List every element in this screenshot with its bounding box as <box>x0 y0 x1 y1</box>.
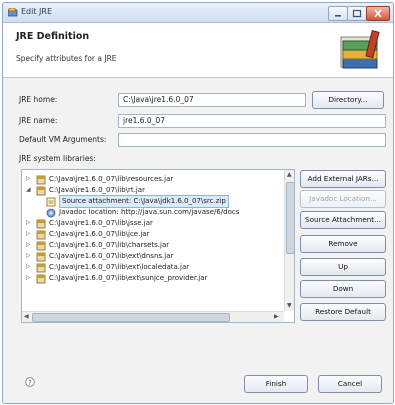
up-button[interactable]: Up <box>300 258 386 276</box>
system-libraries-label: JRE system libraries: <box>19 154 96 163</box>
library-label: C:\Java\jre1.6.0_07\lib\ext\dnsns.jar <box>49 252 174 260</box>
collapsed-arrow-icon[interactable]: ▷ <box>26 253 32 259</box>
title-bar[interactable]: Edit JRE <box>3 3 393 23</box>
vertical-scroll-thumb[interactable] <box>286 182 294 254</box>
jar-icon <box>36 175 46 185</box>
jar-icon <box>36 241 46 251</box>
app-icon <box>8 8 18 17</box>
cancel-button[interactable]: Cancel <box>318 375 382 393</box>
minimize-button[interactable] <box>328 6 348 21</box>
expanded-arrow-icon[interactable]: ◢ <box>26 187 32 193</box>
source-attachment-icon <box>46 197 56 207</box>
library-row[interactable]: ▷ C:\Java\jre1.6.0_07\lib\ext\sunjce_prov… <box>22 273 284 284</box>
window-title: Edit JRE <box>21 7 53 16</box>
library-row[interactable]: ▷ C:\Java\jre1.6.0_07\lib\ext\dnsns.jar <box>22 251 284 262</box>
library-row[interactable]: ▷ C:\Java\jre1.6.0_07\lib\resources.jar <box>22 174 284 185</box>
jar-icon <box>36 252 46 262</box>
restore-default-button[interactable]: Restore Default <box>300 303 386 321</box>
page-title: JRE Definition <box>16 31 90 42</box>
remove-button[interactable]: Remove <box>300 235 386 253</box>
collapsed-arrow-icon[interactable]: ▷ <box>26 231 32 237</box>
jre-name-label: JRE name: <box>19 116 58 125</box>
horizontal-scroll-thumb[interactable] <box>32 313 230 322</box>
collapsed-arrow-icon[interactable]: ▷ <box>26 275 32 281</box>
library-row[interactable]: ▷ C:\Java\jre1.6.0_07\lib\ext\localedata.… <box>22 262 284 273</box>
jar-icon <box>36 263 46 273</box>
library-label: C:\Java\jre1.6.0_07\lib\charsets.jar <box>49 241 170 249</box>
library-label: C:\Java\jre1.6.0_07\lib\jsse.jar <box>49 219 153 227</box>
edit-jre-dialog: Edit JRE JRE Definition Specify attribut… <box>2 2 394 404</box>
library-attribute-row[interactable]: Source attachment: C:\Java\jdk1.6.0_07\s… <box>22 195 284 208</box>
collapsed-arrow-icon[interactable]: ▷ <box>26 176 32 182</box>
books-icon <box>340 30 380 69</box>
close-icon <box>374 9 382 18</box>
directory-button[interactable]: Directory... <box>312 91 384 109</box>
close-button[interactable] <box>366 6 390 21</box>
finish-button[interactable]: Finish <box>244 375 308 393</box>
jar-icon <box>36 219 46 229</box>
library-row[interactable]: ▷ C:\Java\jre1.6.0_07\lib\charsets.jar <box>22 240 284 251</box>
library-row[interactable]: ▷ C:\Java\jre1.6.0_07\lib\jsse.jar <box>22 218 284 229</box>
jre-home-field[interactable]: C:\Java\jre1.6.0_07 <box>118 93 306 107</box>
library-label: C:\Java\jre1.6.0_07\lib\jce.jar <box>49 230 150 238</box>
library-attribute-row[interactable]: Javadoc location: http://java.sun.com/ja… <box>22 207 284 218</box>
horizontal-scrollbar[interactable]: ◀ ▶ <box>22 311 284 322</box>
maximize-icon <box>352 9 362 18</box>
svg-text:?: ? <box>28 378 31 386</box>
library-label: Javadoc location: http://java.sun.com/ja… <box>59 208 240 216</box>
minimize-icon <box>335 15 341 17</box>
library-label: C:\Java\jre1.6.0_07\lib\ext\sunjce_provi… <box>49 274 208 282</box>
jar-icon <box>36 230 46 240</box>
jre-home-label: JRE home: <box>19 95 58 104</box>
system-libraries-tree[interactable]: ▷ C:\Java\jre1.6.0_07\lib\resources.jar ◢ C… <box>21 169 295 323</box>
down-button[interactable]: Down <box>300 280 386 298</box>
add-external-jars-button[interactable]: Add External JARs... <box>300 170 386 188</box>
vm-arguments-label: Default VM Arguments: <box>19 135 107 144</box>
library-row[interactable]: ▷ C:\Java\jre1.6.0_07\lib\jce.jar <box>22 229 284 240</box>
scroll-right-arrow-icon[interactable]: ▶ <box>274 313 279 321</box>
scroll-left-arrow-icon[interactable]: ◀ <box>24 313 29 321</box>
collapsed-arrow-icon[interactable]: ▷ <box>26 242 32 248</box>
maximize-button[interactable] <box>347 6 367 21</box>
source-attachment-button[interactable]: Source Attachment... <box>300 211 386 229</box>
jar-icon <box>36 274 46 284</box>
scroll-up-arrow-icon[interactable]: ▲ <box>287 171 292 179</box>
scroll-down-arrow-icon[interactable]: ▼ <box>287 302 292 310</box>
help-icon[interactable]: ? <box>25 377 35 387</box>
library-label: C:\Java\jre1.6.0_07\lib\resources.jar <box>49 175 174 183</box>
collapsed-arrow-icon[interactable]: ▷ <box>26 264 32 270</box>
dialog-header: JRE Definition Specify attributes for a … <box>3 23 393 78</box>
javadoc-icon <box>46 208 56 218</box>
page-subtitle: Specify attributes for a JRE <box>16 54 117 63</box>
jar-icon <box>36 186 46 196</box>
vertical-scrollbar[interactable]: ▲ ▼ <box>284 170 294 311</box>
jre-name-field[interactable]: jre1.6.0_07 <box>118 114 386 128</box>
vm-arguments-field[interactable] <box>118 133 386 147</box>
javadoc-location-button[interactable]: Javadoc Location... <box>300 190 386 208</box>
library-label: C:\Java\jre1.6.0_07\lib\ext\localedata.j… <box>49 263 190 271</box>
collapsed-arrow-icon[interactable]: ▷ <box>26 220 32 226</box>
